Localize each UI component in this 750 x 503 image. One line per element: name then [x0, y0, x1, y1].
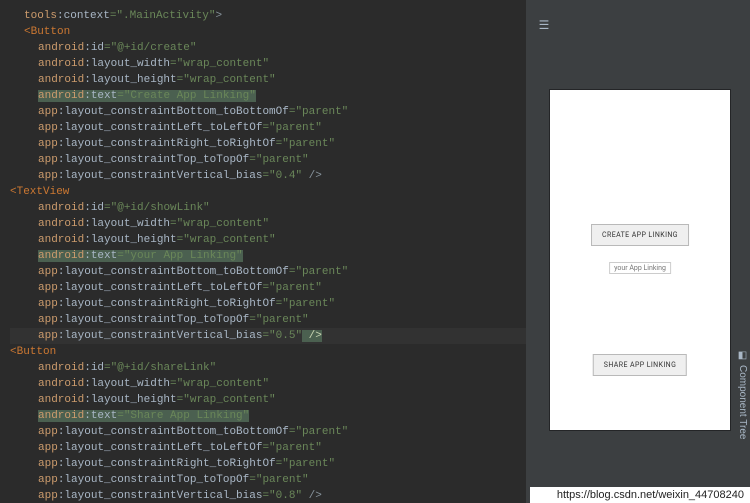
layout-preview-panel: ☰ CREATE APP LINKING your App Linking SH…	[530, 0, 750, 503]
code-line: app:layout_constraintRight_toRightOf="pa…	[10, 296, 526, 312]
code-line: android:layout_height="wrap_content"	[10, 72, 526, 88]
preview-toolbar: ☰	[530, 0, 750, 50]
tree-icon: ◧	[737, 350, 748, 361]
code-line: android:text="Create App Linking"	[10, 88, 526, 104]
code-line: app:layout_constraintTop_toTopOf="parent…	[10, 312, 526, 328]
code-line: <Button	[10, 24, 526, 40]
code-line: app:layout_constraintBottom_toBottomOf="…	[10, 104, 526, 120]
code-line: app:layout_constraintTop_toTopOf="parent…	[10, 152, 526, 168]
code-line: app:layout_constraintVertical_bias="0.4"…	[10, 168, 526, 184]
code-line: android:text="Share App Linking"	[10, 408, 526, 424]
toolbar-icon[interactable]: ☰	[536, 18, 552, 33]
code-line: <TextView	[10, 184, 526, 200]
code-line: app:layout_constraintTop_toTopOf="parent…	[10, 472, 526, 488]
code-line: android:layout_height="wrap_content"	[10, 232, 526, 248]
code-line: android:layout_width="wrap_content"	[10, 56, 526, 72]
code-line: app:layout_constraintBottom_toBottomOf="…	[10, 424, 526, 440]
preview-link-textview: your App Linking	[609, 262, 671, 274]
code-line-highlight: app:layout_constraintVertical_bias="0.5"…	[10, 328, 526, 344]
source-url: https://blog.csdn.net/weixin_44708240	[530, 487, 750, 503]
code-line: app:layout_constraintRight_toRightOf="pa…	[10, 456, 526, 472]
code-line: app:layout_constraintVertical_bias="0.8"…	[10, 488, 526, 503]
code-line: app:layout_constraintRight_toRightOf="pa…	[10, 136, 526, 152]
code-line: android:id="@+id/create"	[10, 40, 526, 56]
code-line: tools:context=".MainActivity">	[10, 8, 526, 24]
code-line: android:id="@+id/shareLink"	[10, 360, 526, 376]
code-line: android:layout_width="wrap_content"	[10, 216, 526, 232]
code-line: <Button	[10, 344, 526, 360]
device-frame: CREATE APP LINKING your App Linking SHAR…	[550, 90, 730, 430]
code-line: app:layout_constraintLeft_toLeftOf="pare…	[10, 440, 526, 456]
code-line: app:layout_constraintLeft_toLeftOf="pare…	[10, 120, 526, 136]
preview-share-button[interactable]: SHARE APP LINKING	[593, 354, 687, 376]
device-canvas[interactable]: CREATE APP LINKING your App Linking SHAR…	[530, 50, 750, 503]
code-line: android:id="@+id/showLink"	[10, 200, 526, 216]
code-line: app:layout_constraintBottom_toBottomOf="…	[10, 264, 526, 280]
code-line: android:layout_height="wrap_content"	[10, 392, 526, 408]
xml-code-editor[interactable]: tools:context=".MainActivity"> <Button a…	[0, 0, 526, 503]
code-line: android:layout_width="wrap_content"	[10, 376, 526, 392]
code-line: app:layout_constraintLeft_toLeftOf="pare…	[10, 280, 526, 296]
preview-create-button[interactable]: CREATE APP LINKING	[591, 224, 689, 246]
code-line: android:text="your App Linking"	[10, 248, 526, 264]
component-tree-tab[interactable]: ◧ Component Tree	[737, 350, 748, 440]
